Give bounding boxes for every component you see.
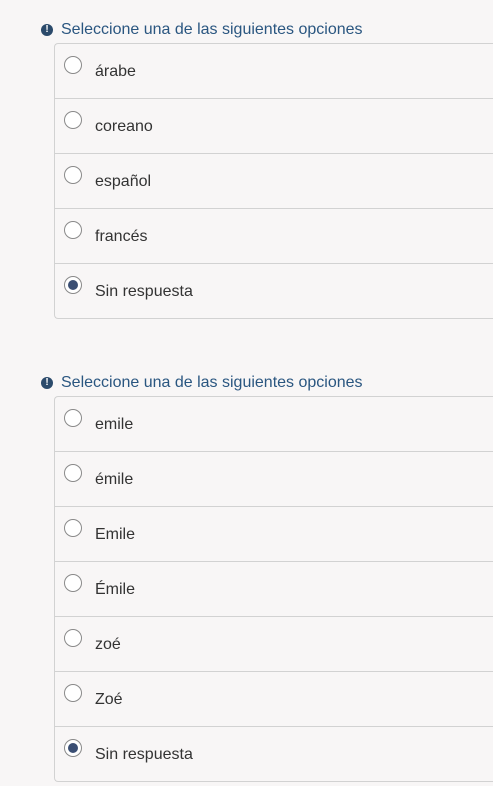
answer-option[interactable]: emile bbox=[55, 397, 493, 452]
answer-label: árabe bbox=[95, 63, 136, 80]
question-2-hint-text: Seleccione una de las siguientes opcione… bbox=[61, 374, 363, 391]
question-2-hint: ! Seleccione una de las siguientes opcio… bbox=[41, 371, 493, 395]
answer-option[interactable]: coreano bbox=[55, 99, 493, 154]
answer-option[interactable]: español bbox=[55, 154, 493, 209]
quiz-page: ! Seleccione una de las siguientes opcio… bbox=[0, 0, 493, 786]
answer-label: francés bbox=[95, 228, 148, 245]
answer-option[interactable]: Zoé bbox=[55, 672, 493, 727]
answer-option[interactable]: árabe bbox=[55, 44, 493, 99]
answer-label: español bbox=[95, 173, 152, 190]
answer-label: coreano bbox=[95, 118, 153, 135]
exclamation-circle-icon: ! bbox=[41, 24, 53, 36]
radio-button[interactable] bbox=[64, 221, 82, 239]
radio-button-selected[interactable] bbox=[64, 739, 82, 757]
question-1-hint-text: Seleccione una de las siguientes opcione… bbox=[61, 21, 363, 38]
exclamation-circle-icon: ! bbox=[41, 377, 53, 389]
radio-button[interactable] bbox=[64, 409, 82, 427]
answer-option[interactable]: Émile bbox=[55, 562, 493, 617]
question-1: ! Seleccione una de las siguientes opcio… bbox=[0, 18, 493, 319]
answer-option[interactable]: émile bbox=[55, 452, 493, 507]
radio-button[interactable] bbox=[64, 629, 82, 647]
answer-label: emile bbox=[95, 416, 134, 433]
radio-button[interactable] bbox=[64, 574, 82, 592]
radio-button[interactable] bbox=[64, 56, 82, 74]
question-1-options: árabe coreano español francés Sin respue… bbox=[54, 43, 493, 319]
answer-label: Emile bbox=[95, 526, 136, 543]
answer-label: Émile bbox=[95, 581, 136, 598]
answer-label: zoé bbox=[95, 636, 121, 653]
answer-label: Sin respuesta bbox=[95, 283, 193, 300]
answer-option[interactable]: francés bbox=[55, 209, 493, 264]
question-1-hint: ! Seleccione una de las siguientes opcio… bbox=[41, 18, 493, 42]
radio-button[interactable] bbox=[64, 684, 82, 702]
radio-button[interactable] bbox=[64, 111, 82, 129]
question-2-options: emile émile Emile Émile zoé Zoé Sin resp… bbox=[54, 396, 493, 782]
answer-label: Sin respuesta bbox=[95, 746, 193, 763]
answer-option-no-answer[interactable]: Sin respuesta bbox=[55, 264, 493, 318]
radio-button[interactable] bbox=[64, 519, 82, 537]
radio-button[interactable] bbox=[64, 464, 82, 482]
answer-label: Zoé bbox=[95, 691, 123, 708]
answer-option-no-answer[interactable]: Sin respuesta bbox=[55, 727, 493, 781]
radio-button-selected[interactable] bbox=[64, 276, 82, 294]
question-2: ! Seleccione una de las siguientes opcio… bbox=[0, 371, 493, 782]
answer-option[interactable]: zoé bbox=[55, 617, 493, 672]
answer-label: émile bbox=[95, 471, 134, 488]
answer-option[interactable]: Emile bbox=[55, 507, 493, 562]
radio-button[interactable] bbox=[64, 166, 82, 184]
